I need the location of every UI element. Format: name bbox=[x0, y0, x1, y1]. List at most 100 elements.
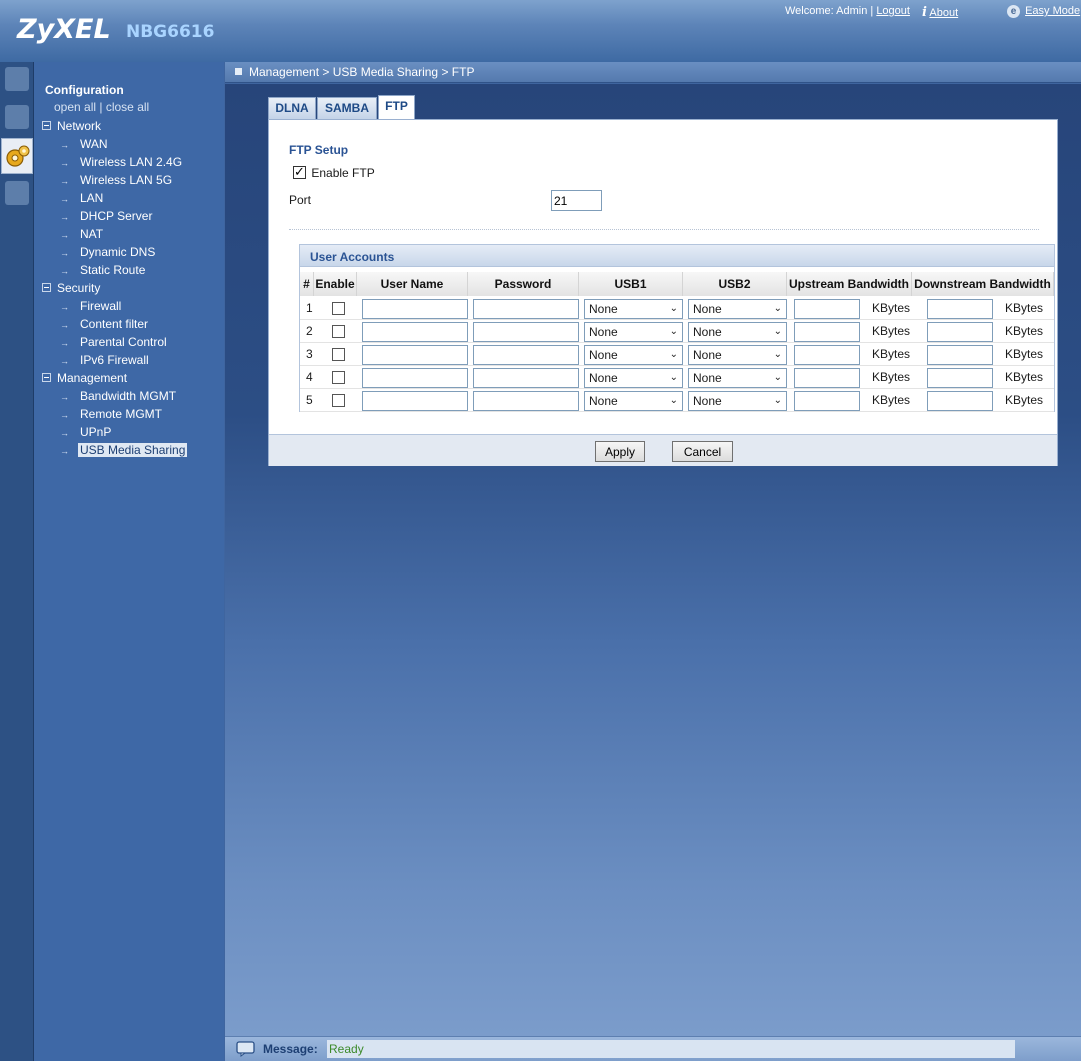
username-input[interactable] bbox=[362, 345, 468, 365]
bullet-icon: → bbox=[60, 356, 69, 366]
open-all-link[interactable]: open all bbox=[54, 100, 96, 114]
enable-ftp-row: Enable FTP bbox=[293, 164, 375, 180]
tab-dlna[interactable]: DLNA bbox=[268, 97, 316, 119]
downstream-input[interactable] bbox=[927, 345, 993, 365]
downstream-input[interactable] bbox=[927, 391, 993, 411]
upstream-unit: KBytes bbox=[872, 301, 911, 315]
row-enable-checkbox[interactable] bbox=[332, 371, 345, 384]
usb2-select[interactable]: None ⌄ bbox=[688, 391, 787, 411]
logout-link[interactable]: Logout bbox=[876, 5, 910, 17]
collapse-icon bbox=[42, 373, 51, 382]
usb2-select[interactable]: None ⌄ bbox=[688, 345, 787, 365]
chevron-down-icon: ⌄ bbox=[773, 326, 782, 337]
menu-group-management[interactable]: Management bbox=[42, 371, 127, 385]
enable-ftp-checkbox[interactable] bbox=[293, 164, 306, 180]
welcome-area: Welcome: Admin | Logout bbox=[785, 5, 910, 17]
sidebar-item-dynamic-dns[interactable]: → Dynamic DNS bbox=[60, 244, 157, 260]
about-area: i About bbox=[922, 5, 958, 20]
sidebar-item-remote-mgmt[interactable]: → Remote MGMT bbox=[60, 406, 164, 422]
username-input[interactable] bbox=[362, 368, 468, 388]
sidebar-menu: Configuration open all | close all Netwo… bbox=[34, 62, 224, 1061]
usb2-select[interactable]: None ⌄ bbox=[688, 299, 787, 319]
menu-group-security[interactable]: Security bbox=[42, 281, 100, 295]
password-input[interactable] bbox=[473, 299, 579, 319]
sidebar-item-wireless-lan-5g[interactable]: → Wireless LAN 5G bbox=[60, 172, 174, 188]
sidebar-item-content-filter[interactable]: → Content filter bbox=[60, 316, 150, 332]
col-header-usb1: USB1 bbox=[579, 272, 683, 296]
sidebar-item-lan[interactable]: → LAN bbox=[60, 190, 105, 206]
username-input[interactable] bbox=[362, 322, 468, 342]
tab-ftp[interactable]: FTP bbox=[378, 95, 415, 119]
chevron-down-icon: ⌄ bbox=[669, 326, 678, 337]
row-enable-checkbox[interactable] bbox=[332, 348, 345, 361]
usb1-select[interactable]: None ⌄ bbox=[584, 368, 683, 388]
usb1-select[interactable]: None ⌄ bbox=[584, 391, 683, 411]
apply-button[interactable]: Apply bbox=[595, 441, 645, 462]
upstream-input[interactable] bbox=[794, 368, 860, 388]
downstream-input[interactable] bbox=[927, 299, 993, 319]
collapse-icon bbox=[42, 121, 51, 130]
sidebar-item-upnp[interactable]: → UPnP bbox=[60, 424, 113, 440]
col-header-number: # bbox=[300, 272, 314, 296]
sidebar-item-nat[interactable]: → NAT bbox=[60, 226, 105, 242]
bullet-icon: → bbox=[60, 428, 69, 438]
downstream-unit: KBytes bbox=[1005, 347, 1044, 361]
sidebar-item-wan[interactable]: → WAN bbox=[60, 136, 110, 152]
sidebar-item-static-route[interactable]: → Static Route bbox=[60, 262, 147, 278]
easy-mode-link[interactable]: Easy Mode bbox=[1025, 5, 1080, 17]
bullet-icon: → bbox=[60, 248, 69, 258]
upstream-unit: KBytes bbox=[872, 347, 911, 361]
maintenance-icon[interactable] bbox=[1, 176, 33, 212]
password-input[interactable] bbox=[473, 391, 579, 411]
usb1-select[interactable]: None ⌄ bbox=[584, 322, 683, 342]
bullet-icon: → bbox=[60, 266, 69, 276]
monitor-icon[interactable] bbox=[1, 62, 33, 98]
bullet-icon: → bbox=[60, 212, 69, 222]
tab-samba[interactable]: SAMBA bbox=[317, 97, 377, 119]
downstream-input[interactable] bbox=[927, 368, 993, 388]
chevron-down-icon: ⌄ bbox=[773, 303, 782, 314]
password-input[interactable] bbox=[473, 368, 579, 388]
username-input[interactable] bbox=[362, 299, 468, 319]
bullet-icon: → bbox=[60, 446, 69, 456]
sidebar-item-bandwidth-mgmt[interactable]: → Bandwidth MGMT bbox=[60, 388, 178, 404]
upstream-input[interactable] bbox=[794, 322, 860, 342]
password-input[interactable] bbox=[473, 322, 579, 342]
row-number: 2 bbox=[306, 324, 313, 338]
close-all-link[interactable]: | close all bbox=[99, 100, 149, 114]
row-enable-checkbox[interactable] bbox=[332, 302, 345, 315]
breadcrumb: Management > USB Media Sharing > FTP bbox=[225, 62, 1081, 83]
downstream-input[interactable] bbox=[927, 322, 993, 342]
col-header-username: User Name bbox=[357, 272, 468, 296]
sidebar-item-firewall[interactable]: → Firewall bbox=[60, 298, 123, 314]
row-enable-checkbox[interactable] bbox=[332, 325, 345, 338]
sidebar-item-wireless-lan-24g[interactable]: → Wireless LAN 2.4G bbox=[60, 154, 184, 170]
usb2-select[interactable]: None ⌄ bbox=[688, 368, 787, 388]
row-enable-checkbox[interactable] bbox=[332, 394, 345, 407]
password-input[interactable] bbox=[473, 345, 579, 365]
menu-title: Configuration bbox=[45, 83, 124, 97]
col-header-password: Password bbox=[468, 272, 579, 296]
usb1-select[interactable]: None ⌄ bbox=[584, 345, 683, 365]
about-link[interactable]: About bbox=[929, 7, 958, 19]
upstream-input[interactable] bbox=[794, 299, 860, 319]
upstream-input[interactable] bbox=[794, 345, 860, 365]
upstream-unit: KBytes bbox=[872, 324, 911, 338]
usb1-select[interactable]: None ⌄ bbox=[584, 299, 683, 319]
cancel-button[interactable]: Cancel bbox=[672, 441, 733, 462]
status-icon[interactable] bbox=[1, 100, 33, 136]
sidebar-item-ipv6-firewall[interactable]: → IPv6 Firewall bbox=[60, 352, 151, 368]
usb2-select[interactable]: None ⌄ bbox=[688, 322, 787, 342]
downstream-unit: KBytes bbox=[1005, 393, 1044, 407]
username-input[interactable] bbox=[362, 391, 468, 411]
sidebar-item-parental-control[interactable]: → Parental Control bbox=[60, 334, 169, 350]
menu-group-network[interactable]: Network bbox=[42, 119, 101, 133]
upstream-input[interactable] bbox=[794, 391, 860, 411]
port-input[interactable] bbox=[551, 190, 602, 211]
sidebar-item-dhcp-server[interactable]: → DHCP Server bbox=[60, 208, 154, 224]
configuration-gear-icon[interactable] bbox=[1, 138, 33, 174]
breadcrumb-text: Management > USB Media Sharing > FTP bbox=[249, 65, 475, 79]
sidebar-item-usb-media-sharing[interactable]: → USB Media Sharing bbox=[60, 442, 188, 458]
user-accounts-table: User Accounts # Enable User Name Passwor… bbox=[299, 244, 1055, 412]
bullet-icon: → bbox=[60, 176, 69, 186]
